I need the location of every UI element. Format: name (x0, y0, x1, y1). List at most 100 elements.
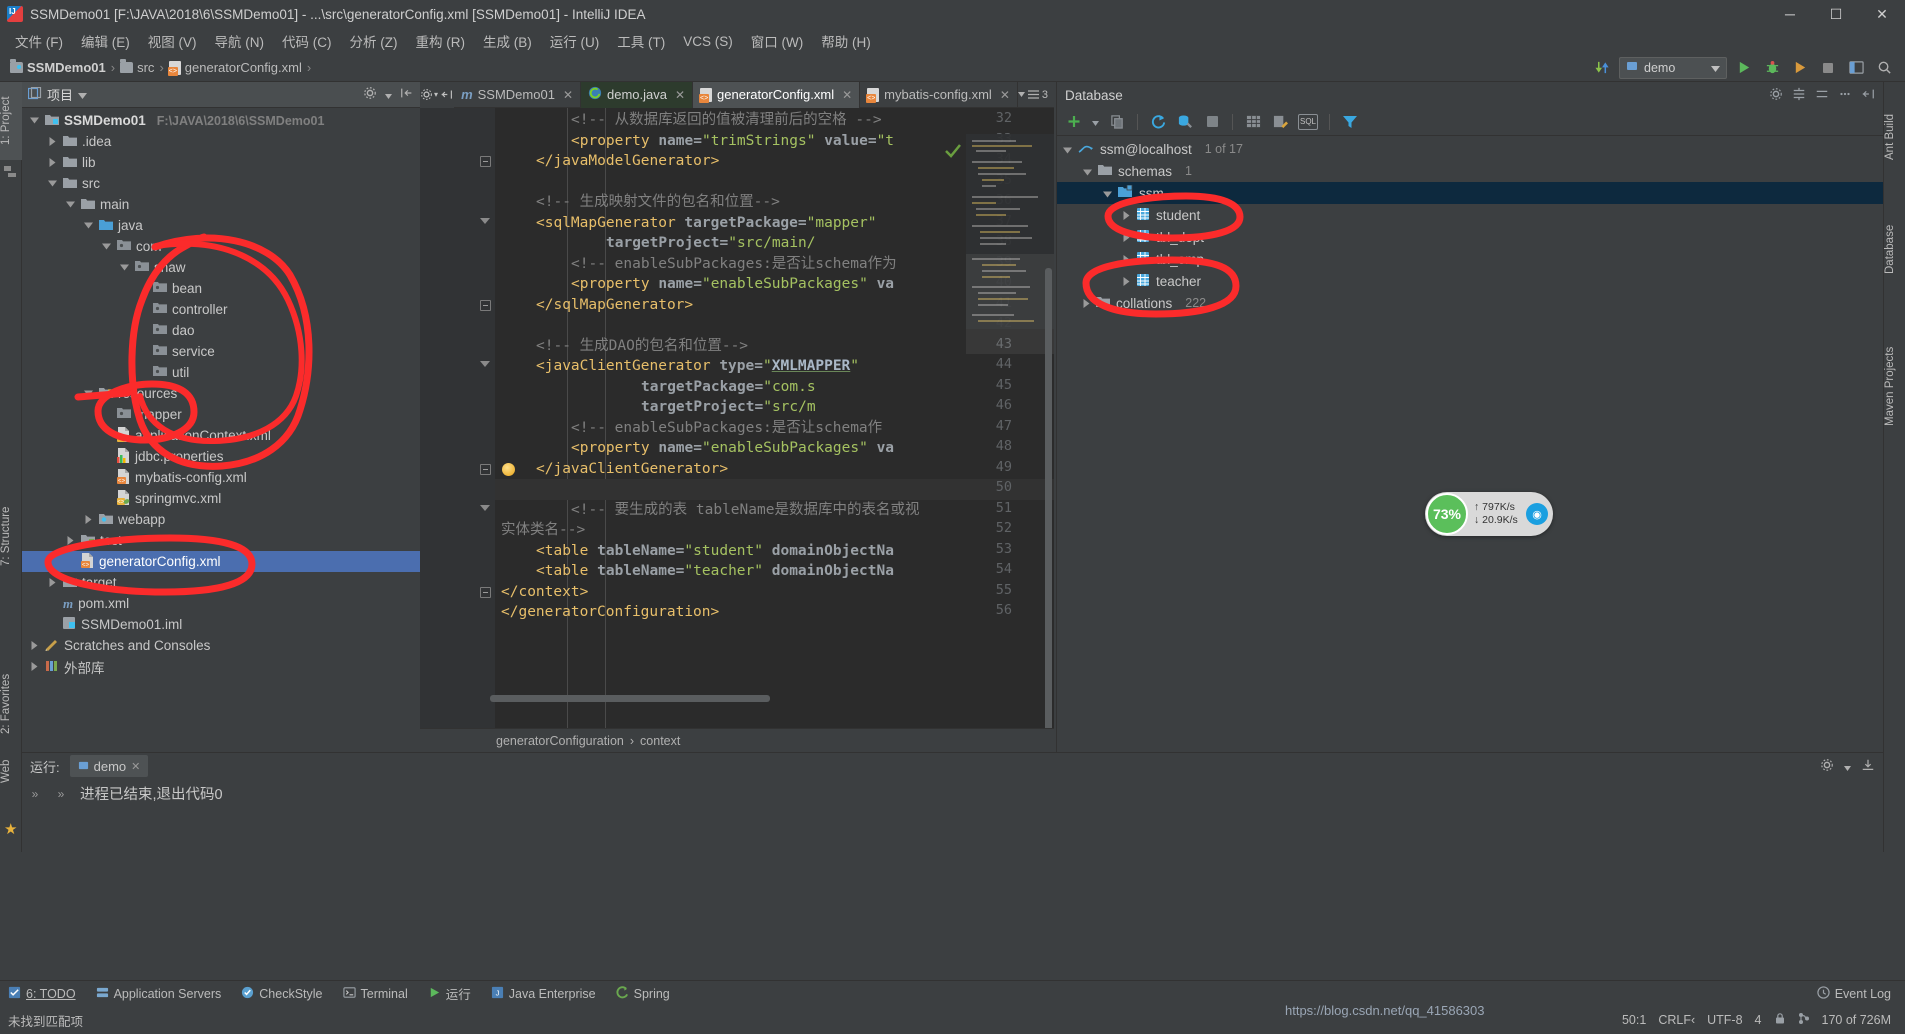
fold-collapse-icon[interactable] (480, 586, 491, 598)
status-encoding[interactable]: UTF-8 (1707, 1013, 1742, 1027)
gear-icon[interactable] (1769, 87, 1783, 104)
run-gutter-icon-2[interactable]: » (58, 787, 65, 801)
chevron-right-icon[interactable] (64, 536, 76, 545)
project-tree-row[interactable]: SSMDemo01 F:\JAVA\2018\6\SSMDemo01 (22, 110, 420, 131)
project-tree-row[interactable]: 外部库 (22, 656, 420, 677)
status-line-separator[interactable]: CRLF‹ (1658, 1013, 1695, 1027)
chevron-down-small-icon[interactable] (1844, 759, 1851, 774)
stop-button[interactable] (1817, 57, 1839, 79)
status-java-enterprise[interactable]: J Java Enterprise (491, 986, 596, 1002)
menu-run[interactable]: 运行 (U) (541, 28, 609, 54)
hide-panel-icon[interactable] (1861, 87, 1875, 104)
refresh-icon[interactable] (1149, 113, 1167, 131)
branch-icon[interactable] (1798, 1012, 1810, 1028)
chevron-right-icon[interactable] (46, 158, 58, 167)
status-spring[interactable]: Spring (616, 985, 670, 1002)
tool-window-database[interactable]: Database (1884, 200, 1905, 280)
chevron-down-icon[interactable] (1711, 61, 1720, 75)
more-options-icon[interactable] (1838, 87, 1852, 104)
hide-editor-icon[interactable] (438, 81, 455, 108)
gear-icon[interactable] (1820, 758, 1834, 775)
editor-tab-demo-java[interactable]: demo.java ✕ (581, 81, 694, 108)
editor-horizontal-scrollbar[interactable] (490, 695, 770, 702)
menu-help[interactable]: 帮助 (H) (812, 28, 880, 54)
project-tree-row[interactable]: dao (22, 320, 420, 341)
fold-expand-icon[interactable] (480, 504, 490, 511)
project-tree-row[interactable]: webapp (22, 509, 420, 530)
database-tree-row[interactable]: ssm (1057, 182, 1883, 204)
fold-collapse-icon[interactable] (480, 156, 491, 167)
status-event-log[interactable]: Event Log (1817, 985, 1891, 1002)
chevron-right-icon[interactable] (1123, 274, 1130, 289)
chevron-right-icon[interactable] (82, 515, 94, 524)
tool-window-structure[interactable]: 7: Structure (0, 482, 22, 572)
project-tree-row[interactable]: java (22, 215, 420, 236)
editor-breadcrumb-root[interactable]: generatorConfiguration (496, 734, 624, 748)
menu-navigate[interactable]: 导航 (N) (206, 28, 274, 54)
project-tree-row[interactable]: <> generatorConfig.xml (22, 551, 420, 572)
fold-expand-icon[interactable] (480, 361, 490, 367)
chevron-down-icon[interactable] (100, 243, 112, 250)
run-button[interactable] (1733, 57, 1755, 79)
project-tree-row[interactable]: SSMDemo01.iml (22, 614, 420, 635)
project-tree-row[interactable]: controller (22, 299, 420, 320)
project-tree-row[interactable]: shaw (22, 257, 420, 278)
menu-tools[interactable]: 工具 (T) (608, 28, 674, 54)
editor-tab-close-icon-1[interactable]: ✕ (675, 88, 685, 102)
inspection-status-ok-icon[interactable] (944, 142, 962, 163)
expand-all-icon[interactable] (1792, 87, 1806, 104)
maximize-button[interactable]: ☐ (1813, 0, 1859, 28)
chevron-down-icon[interactable] (28, 117, 40, 124)
status-todo[interactable]: 6: TODO (8, 986, 76, 1002)
project-tree[interactable]: SSMDemo01 F:\JAVA\2018\6\SSMDemo01 .idea li… (22, 108, 420, 740)
project-tree-row[interactable]: target (22, 572, 420, 593)
status-terminal[interactable]: Terminal (342, 986, 408, 1002)
chevron-down-icon[interactable] (46, 180, 58, 187)
database-tree-row[interactable]: ssm@localhost 1 of 17 (1057, 138, 1883, 160)
chevron-right-icon[interactable] (1123, 230, 1130, 245)
code-editor[interactable]: 3233343536373839404142434445464748495051… (420, 108, 1054, 728)
collapse-all-icon[interactable] (1815, 87, 1829, 104)
project-tree-row[interactable]: main (22, 194, 420, 215)
query-console-icon[interactable]: SQL (1298, 113, 1318, 130)
gear-icon[interactable] (363, 86, 377, 103)
project-tree-row[interactable]: lib (22, 152, 420, 173)
editor-tab-overflow[interactable]: 3 (1017, 89, 1054, 101)
layout-icon[interactable] (1845, 57, 1867, 79)
project-tree-row[interactable]: resources (22, 383, 420, 404)
editor-tab-ssmdemo01[interactable]: m SSMDemo01 ✕ (454, 81, 581, 108)
chevron-right-icon[interactable] (46, 137, 58, 146)
chevron-down-icon[interactable] (82, 222, 94, 229)
chevron-down-icon[interactable] (64, 201, 76, 208)
tool-window-web[interactable]: Web (0, 747, 22, 789)
status-memory-indicator[interactable]: 170 of 726M (1822, 1013, 1892, 1027)
add-icon[interactable] (1065, 113, 1083, 131)
menu-edit[interactable]: 编辑 (E) (72, 28, 139, 54)
breadcrumb-file[interactable]: generatorConfig.xml (167, 60, 304, 76)
project-tree-row[interactable]: m pom.xml (22, 593, 420, 614)
database-tree-row[interactable]: tbl_dept (1057, 226, 1883, 248)
chevron-right-icon[interactable] (1083, 296, 1090, 311)
status-checkstyle[interactable]: CheckStyle (241, 986, 323, 1002)
project-tree-row[interactable]: test (22, 530, 420, 551)
menu-refactor[interactable]: 重构 (R) (407, 28, 475, 54)
project-tree-row[interactable]: <> mybatis-config.xml (22, 467, 420, 488)
menu-window[interactable]: 窗口 (W) (742, 28, 812, 54)
chevron-down-icon[interactable] (1083, 164, 1092, 179)
editor-settings-gear-icon[interactable]: ▾ (420, 81, 439, 108)
editor-tab-close-icon-0[interactable]: ✕ (563, 88, 573, 102)
menu-analyze[interactable]: 分析 (Z) (341, 28, 407, 54)
project-tree-row[interactable]: jdbc.properties (22, 446, 420, 467)
status-indent[interactable]: 4 (1755, 1013, 1762, 1027)
status-run[interactable]: 运行 (428, 984, 471, 1003)
tool-window-project[interactable]: 1: Project (0, 82, 22, 160)
project-tree-row[interactable]: mapper (22, 404, 420, 425)
table-editor-icon[interactable] (1244, 113, 1262, 131)
editor-tab-close-icon-2[interactable]: ✕ (842, 88, 852, 102)
database-tree-row[interactable]: student (1057, 204, 1883, 226)
database-tree[interactable]: ssm@localhost 1 of 17 schemas 1 ssm student tb… (1057, 138, 1883, 752)
menu-code[interactable]: 代码 (C) (273, 28, 341, 54)
favorites-star-icon[interactable]: ★ (4, 820, 17, 838)
fold-collapse-icon[interactable] (480, 299, 491, 311)
project-tree-row[interactable]: src (22, 173, 420, 194)
